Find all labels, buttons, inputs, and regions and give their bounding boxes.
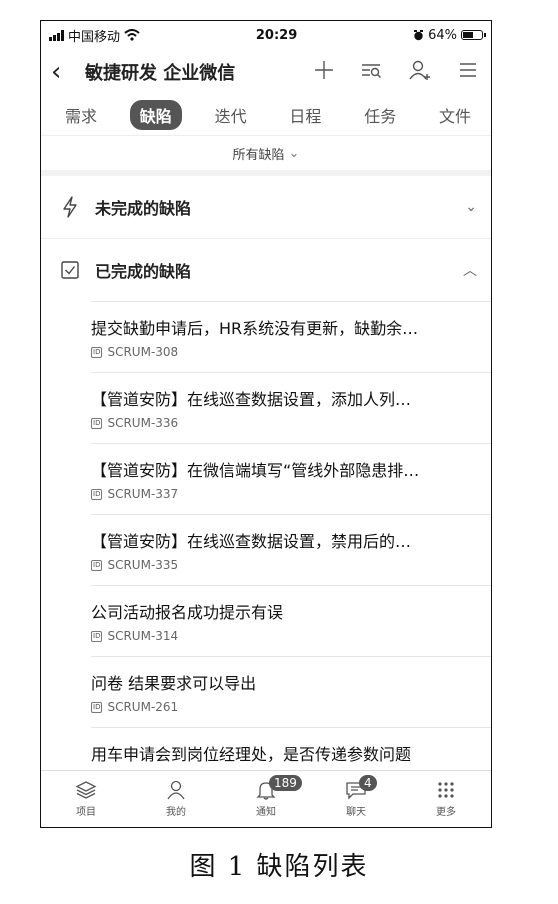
id-icon: ID [91, 630, 103, 642]
nav-label: 项目 [76, 807, 96, 818]
nav-label: 我的 [166, 807, 186, 818]
item-title: 【管道安防】在线巡查数据设置，禁用后的… [91, 532, 412, 551]
item-id: SCRUM-336 [107, 416, 179, 430]
tab-tasks[interactable]: 任务 [354, 100, 406, 130]
tab-requirements[interactable]: 需求 [55, 100, 107, 130]
battery-icon [461, 30, 486, 40]
item-id: SCRUM-335 [107, 558, 179, 572]
grid-dots-icon [438, 782, 454, 798]
layers-icon [75, 781, 97, 799]
item-id-row: ID SCRUM-336 [91, 416, 491, 430]
item-title: 公司活动报名成功提示有误 [91, 603, 284, 622]
notification-badge: 189 [269, 775, 302, 791]
page-title: 敏捷研发 企业微信 [85, 63, 236, 84]
section-completed-label: 已完成的缺陷 [95, 262, 192, 281]
list-item[interactable]: 问卷 结果要求可以导出 ID SCRUM-261 [91, 657, 491, 728]
list-item[interactable]: 【管道安防】在微信端填写“管线外部隐患排… ID SCRUM-337 [91, 444, 491, 515]
tab-bar: 需求 缺陷 迭代 日程 任务 文件 [41, 95, 491, 136]
nav-more[interactable]: 更多 [401, 771, 491, 827]
list-item[interactable]: 【管道安防】在线巡查数据设置，添加人列… ID SCRUM-336 [91, 373, 491, 444]
section-incomplete[interactable]: 未完成的缺陷 ⌄ [41, 176, 491, 239]
tab-iterations[interactable]: 迭代 [205, 100, 257, 130]
section-incomplete-label: 未完成的缺陷 [95, 199, 192, 218]
tab-schedule[interactable]: 日程 [279, 100, 331, 130]
item-id: SCRUM-337 [107, 487, 179, 501]
checkbox-icon [61, 261, 85, 279]
status-right: 64% [413, 27, 486, 43]
item-title: 【管道安防】在线巡查数据设置，添加人列… [91, 390, 412, 409]
bottom-nav: 项目 我的 189 通知 4 聊天 更多 [41, 770, 491, 827]
item-title: 提交缺勤申请后，HR系统没有更新，缺勤余… [91, 319, 419, 338]
item-title: 用车申请会到岗位经理处，是否传递参数问题 [91, 745, 412, 764]
defect-filter[interactable]: 所有缺陷 ⌄ [41, 136, 491, 176]
item-id-row: ID SCRUM-335 [91, 558, 491, 572]
section-completed[interactable]: 已完成的缺陷 ︿ [41, 239, 491, 301]
chevron-up-icon: ︿ [463, 263, 477, 279]
nav-notifications[interactable]: 189 通知 [221, 771, 311, 827]
alarm-icon [414, 29, 424, 40]
chevron-down-icon: ⌄ [288, 145, 300, 161]
item-id: SCRUM-314 [107, 629, 179, 643]
status-time: 20:29 [255, 27, 298, 43]
nav-chat[interactable]: 4 聊天 [311, 771, 401, 827]
item-id-row: ID SCRUM-337 [91, 487, 491, 501]
item-id-row: ID SCRUM-308 [91, 345, 491, 359]
tab-files[interactable]: 文件 [429, 100, 481, 130]
add-member-icon[interactable] [407, 59, 433, 85]
id-icon: ID [91, 417, 103, 429]
battery-percent: 64% [428, 27, 457, 43]
status-left: 中国移动 [49, 26, 140, 45]
signal-icon [49, 29, 64, 41]
phone-screen: 中国移动 20:29 64% ‹ 敏捷研发 企业微信 需求 缺陷 迭代 日程 任… [40, 20, 492, 828]
id-icon: ID [91, 346, 103, 358]
carrier-label: 中国移动 [68, 29, 121, 45]
person-icon [167, 780, 185, 800]
chevron-down-icon: ⌄ [465, 199, 477, 215]
nav-label: 更多 [436, 807, 456, 818]
id-icon: ID [91, 488, 103, 500]
list-item[interactable]: 公司活动报名成功提示有误 ID SCRUM-314 [91, 586, 491, 657]
nav-projects[interactable]: 项目 [41, 771, 131, 827]
item-title: 问卷 结果要求可以导出 [91, 674, 257, 693]
defect-list: 提交缺勤申请后，HR系统没有更新，缺勤余… ID SCRUM-308 【管道安防】… [41, 302, 491, 799]
item-id-row: ID SCRUM-261 [91, 700, 491, 714]
menu-icon[interactable] [455, 59, 481, 85]
item-id-row: ID SCRUM-314 [91, 629, 491, 643]
header-actions [311, 59, 481, 85]
item-id: SCRUM-308 [107, 345, 179, 359]
tab-defects[interactable]: 缺陷 [129, 100, 182, 130]
id-icon: ID [91, 559, 103, 571]
battery-fill [463, 32, 473, 38]
id-icon: ID [91, 701, 103, 713]
status-bar: 中国移动 20:29 64% [41, 21, 491, 49]
figure-caption: 图 1 缺陷列表 [189, 852, 369, 882]
item-title: 【管道安防】在微信端填写“管线外部隐患排… [91, 461, 420, 480]
list-item[interactable]: 【管道安防】在线巡查数据设置，禁用后的… ID SCRUM-335 [91, 515, 491, 586]
filter-search-icon[interactable] [359, 59, 385, 85]
nav-mine[interactable]: 我的 [131, 771, 221, 827]
item-id: SCRUM-261 [107, 700, 179, 714]
title-bar: ‹ 敏捷研发 企业微信 [41, 49, 491, 95]
chevron-left-icon[interactable]: ‹ [51, 57, 79, 87]
filter-label: 所有缺陷 [232, 147, 285, 163]
nav-label: 通知 [256, 807, 276, 818]
wifi-icon [124, 29, 140, 41]
list-item[interactable]: 提交缺勤申请后，HR系统没有更新，缺勤余… ID SCRUM-308 [91, 302, 491, 373]
nav-label: 聊天 [346, 807, 366, 818]
add-icon[interactable] [311, 59, 337, 85]
chat-badge: 4 [359, 775, 377, 791]
lightning-icon [61, 196, 85, 218]
